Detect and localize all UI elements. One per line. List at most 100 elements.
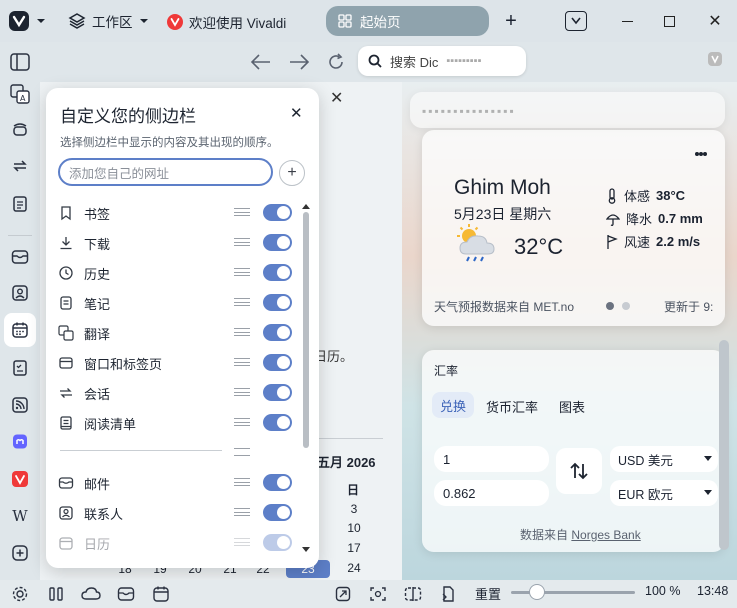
close-icon[interactable]: ✕ [330,88,346,107]
drag-handle-icon[interactable] [234,538,250,546]
source-link[interactable]: Norges Bank [571,528,640,542]
tasks-icon[interactable] [8,356,32,380]
drag-handle-icon[interactable] [234,298,250,306]
tab-convert[interactable]: 兑换 [432,392,474,418]
sessions-icon[interactable] [8,154,32,178]
close-window-button[interactable]: ✕ [704,10,726,32]
translate-icon[interactable]: A [8,82,32,106]
list-item[interactable]: 会话 [54,378,294,408]
item-toggle[interactable] [263,534,292,551]
calendar-icon[interactable] [8,318,32,342]
address-search-field[interactable]: 搜索 Dic ▪︎▪︎▪︎▪︎▪︎▪︎▪︎▪︎▪︎ [358,46,526,76]
calendar-day[interactable]: 17 [334,541,374,555]
item-toggle[interactable] [263,474,292,491]
currency-from-select[interactable]: USD 美元 [610,446,718,472]
page-actions-icon[interactable] [437,583,459,605]
mail-icon[interactable] [115,583,137,605]
carousel-dot[interactable] [622,302,630,310]
cloud-sync-icon[interactable] [80,583,102,605]
item-toggle[interactable] [263,384,292,401]
list-item[interactable]: 书签 [54,198,294,228]
drag-handle-icon[interactable] [234,418,250,426]
contacts-icon[interactable] [8,281,32,305]
feeds-icon[interactable] [8,393,32,417]
drag-handle-icon[interactable] [234,328,250,336]
list-item[interactable]: 日历 [54,528,294,558]
panel-toggle-icon[interactable] [8,50,32,74]
divider-drag-handle-icon[interactable] [234,448,250,456]
list-item[interactable]: 阅读清单 [54,408,294,438]
clock: 13:48 [697,584,729,598]
tab-start-page[interactable]: 起始页 [326,6,489,36]
drag-handle-icon[interactable] [234,388,250,396]
close-icon[interactable]: ✕ [290,104,303,122]
forward-arrow-icon[interactable] [288,52,312,72]
list-item[interactable]: 邮件 [54,468,294,498]
custom-url-input[interactable]: 添加您自己的网址 [58,158,273,186]
item-toggle[interactable] [263,204,292,221]
thermometer-icon [608,187,616,204]
list-item[interactable]: 下载 [54,228,294,258]
calendar-day[interactable]: 3 [334,502,374,516]
list-item[interactable]: 联系人 [54,498,294,528]
tile-tabs-icon[interactable] [45,583,67,605]
page-tiling-icon[interactable] [402,583,424,605]
expand-icon[interactable] [332,583,354,605]
item-toggle[interactable] [263,354,292,371]
drag-handle-icon[interactable] [234,478,250,486]
tab-chart[interactable]: 图表 [559,397,585,416]
drag-handle-icon[interactable] [234,268,250,276]
list-item[interactable]: 历史 [54,258,294,288]
vivaldi-menu-button[interactable] [8,9,50,33]
currency-to-select[interactable]: EUR 欧元 [610,480,718,506]
item-toggle[interactable] [263,264,292,281]
drag-handle-icon[interactable] [234,358,250,366]
drag-handle-icon[interactable] [234,508,250,516]
wikipedia-icon[interactable]: W [8,504,32,528]
calendar-day[interactable]: 24 [334,561,374,575]
more-icon[interactable] [694,150,708,160]
zoom-slider-thumb[interactable] [529,584,545,600]
mail-icon[interactable] [8,245,32,269]
item-toggle[interactable] [263,504,292,521]
wind-flag-icon [607,234,618,249]
customize-sidebar-panel: 自定义您的侧边栏 ✕ 选择侧边栏中显示的内容及其出现的顺序。 添加您自己的网址 … [46,88,319,568]
vivaldi-web-panel-icon[interactable] [8,467,32,491]
settings-gear-icon[interactable] [9,583,31,605]
panel-scrollbar[interactable] [301,202,311,554]
swap-button[interactable] [556,448,602,494]
item-toggle[interactable] [263,324,292,341]
list-item[interactable]: 笔记 [54,288,294,318]
new-tab-plus-icon[interactable]: + [502,10,520,32]
notes-icon[interactable] [8,192,32,216]
maximize-button[interactable] [658,10,680,32]
extension-icon[interactable] [706,50,724,68]
mastodon-icon[interactable] [8,430,32,454]
zoom-reset-button[interactable]: 重置 [475,584,501,603]
tab-welcome[interactable]: 欢迎使用 Vivaldi [167,12,286,32]
add-web-panel-icon[interactable] [8,541,32,565]
calendar-day[interactable]: 10 [334,521,374,535]
item-toggle[interactable] [263,234,292,251]
reload-icon[interactable] [325,51,347,73]
amount-to-input[interactable]: 0.862 [434,480,549,506]
item-toggle[interactable] [263,414,292,431]
back-arrow-icon[interactable] [250,52,274,72]
list-item[interactable]: 窗口和标签页 [54,348,294,378]
item-toggle[interactable] [263,294,292,311]
amount-from-input[interactable]: 1 [434,446,549,472]
workspaces-button[interactable]: 工作区 [68,11,149,31]
minimize-button[interactable] [616,10,638,32]
tab-list-button[interactable] [565,11,587,31]
carousel-dot-active[interactable] [606,302,614,310]
page-scrollbar-thumb[interactable] [719,340,729,550]
panel-scrollbar-thumb[interactable] [303,212,309,448]
calendar-icon[interactable] [150,583,172,605]
drag-handle-icon[interactable] [234,208,250,216]
add-url-button[interactable]: + [279,160,305,186]
list-item[interactable]: 翻译 [54,318,294,348]
drag-handle-icon[interactable] [234,238,250,246]
reading-stack-icon[interactable] [8,117,32,141]
tab-rates[interactable]: 货币汇率 [486,397,538,416]
capture-icon[interactable] [367,583,389,605]
